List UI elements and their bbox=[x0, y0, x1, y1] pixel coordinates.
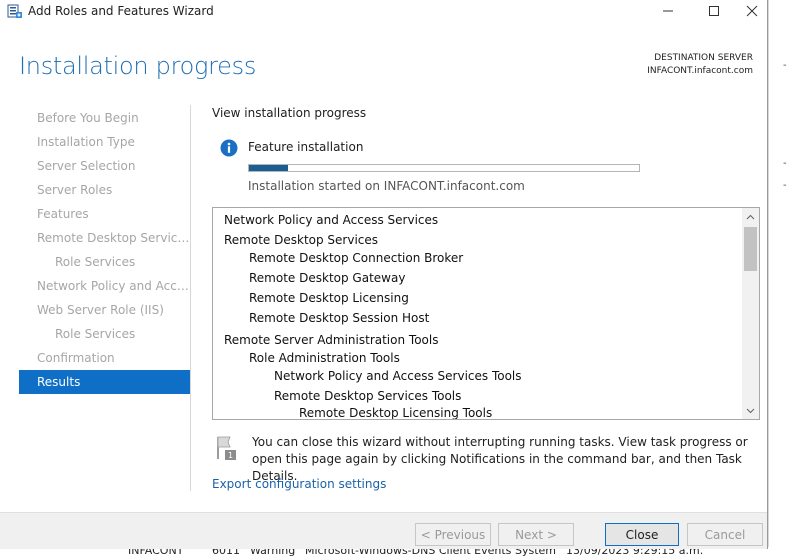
minimize-icon bbox=[663, 10, 673, 12]
destination-label: DESTINATION SERVER bbox=[654, 53, 753, 63]
page-title: Installation progress bbox=[19, 52, 257, 80]
installation-started-text: Installation started on INFACONT.infacon… bbox=[248, 179, 525, 193]
scroll-down-button[interactable] bbox=[742, 402, 759, 419]
wizard-steps-nav: Before You Begin Installation Type Server … bbox=[19, 106, 190, 394]
flag-icon: 1 bbox=[217, 436, 236, 460]
close-button[interactable]: Close bbox=[605, 523, 679, 546]
list-item: Role Administration Tools bbox=[249, 351, 400, 365]
window-close-button[interactable] bbox=[737, 0, 767, 22]
next-button[interactable]: Next > bbox=[498, 523, 574, 546]
list-item: Remote Desktop Connection Broker bbox=[249, 251, 464, 265]
nav-divider bbox=[190, 105, 191, 491]
scroll-up-icon bbox=[746, 214, 755, 219]
wizard-footer: < Previous Next > Close Cancel bbox=[0, 512, 767, 549]
nav-step-installation-type[interactable]: Installation Type bbox=[19, 130, 190, 154]
info-icon bbox=[220, 139, 238, 157]
server-manager-icon bbox=[7, 4, 22, 18]
window-title: Add Roles and Features Wizard bbox=[28, 4, 214, 18]
close-icon bbox=[746, 5, 758, 17]
nav-step-remote-desktop-services[interactable]: Remote Desktop Services bbox=[19, 226, 190, 250]
background-glyph: - bbox=[783, 180, 787, 191]
nav-step-server-roles[interactable]: Server Roles bbox=[19, 178, 190, 202]
nav-step-before-you-begin[interactable]: Before You Begin bbox=[19, 106, 190, 130]
nav-step-role-services[interactable]: Role Services bbox=[19, 322, 190, 346]
nav-step-web-server-role-iis[interactable]: Web Server Role (IIS) bbox=[19, 298, 190, 322]
list-item: Remote Desktop Services bbox=[224, 233, 379, 247]
cancel-button[interactable]: Cancel bbox=[687, 523, 763, 546]
maximize-button[interactable] bbox=[691, 0, 737, 22]
background-app-edge: - - - bbox=[768, 0, 787, 557]
list-item: Remote Desktop Session Host bbox=[249, 311, 430, 325]
nav-step-role-services[interactable]: Role Services bbox=[19, 250, 190, 274]
installation-progress-bar bbox=[248, 164, 640, 172]
feature-installation-label: Feature installation bbox=[248, 140, 364, 154]
list-item: Remote Desktop Licensing Tools bbox=[299, 406, 493, 420]
wizard-window: Add Roles and Features Wizard Installati… bbox=[0, 0, 768, 549]
background-glyph: - bbox=[783, 158, 787, 169]
nav-step-server-selection[interactable]: Server Selection bbox=[19, 154, 190, 178]
progress-fill bbox=[249, 165, 288, 171]
svg-text:1: 1 bbox=[228, 451, 233, 460]
nav-step-network-policy-and-acces[interactable]: Network Policy and Acces... bbox=[19, 274, 190, 298]
background-glyph: - bbox=[783, 60, 787, 71]
previous-button[interactable]: < Previous bbox=[415, 523, 491, 546]
list-item: Network Policy and Access Services bbox=[224, 213, 439, 227]
installation-results-list[interactable]: Network Policy and Access Services Remote… bbox=[212, 207, 760, 420]
maximize-icon bbox=[709, 6, 719, 16]
view-progress-label: View installation progress bbox=[212, 106, 367, 120]
destination-server-name: INFACONT.infacont.com bbox=[647, 66, 753, 76]
nav-step-features[interactable]: Features bbox=[19, 202, 190, 226]
nav-step-confirmation[interactable]: Confirmation bbox=[19, 346, 190, 370]
list-item: Remote Server Administration Tools bbox=[224, 333, 439, 347]
minimize-button[interactable] bbox=[645, 0, 691, 22]
vertical-scrollbar[interactable] bbox=[742, 208, 759, 419]
title-bar[interactable]: Add Roles and Features Wizard bbox=[0, 0, 767, 22]
destination-server: DESTINATION SERVER INFACONT.infacont.com bbox=[647, 52, 753, 78]
nav-step-results[interactable]: Results bbox=[19, 370, 190, 394]
scroll-up-button[interactable] bbox=[742, 208, 759, 225]
list-item: Remote Desktop Services Tools bbox=[274, 389, 462, 403]
list-item: Network Policy and Access Services Tools bbox=[274, 369, 522, 383]
list-item: Remote Desktop Licensing bbox=[249, 291, 409, 305]
scroll-down-icon bbox=[746, 408, 755, 413]
export-configuration-link[interactable]: Export configuration settings bbox=[212, 477, 386, 491]
scroll-thumb[interactable] bbox=[744, 227, 757, 271]
list-item: Remote Desktop Gateway bbox=[249, 271, 406, 285]
